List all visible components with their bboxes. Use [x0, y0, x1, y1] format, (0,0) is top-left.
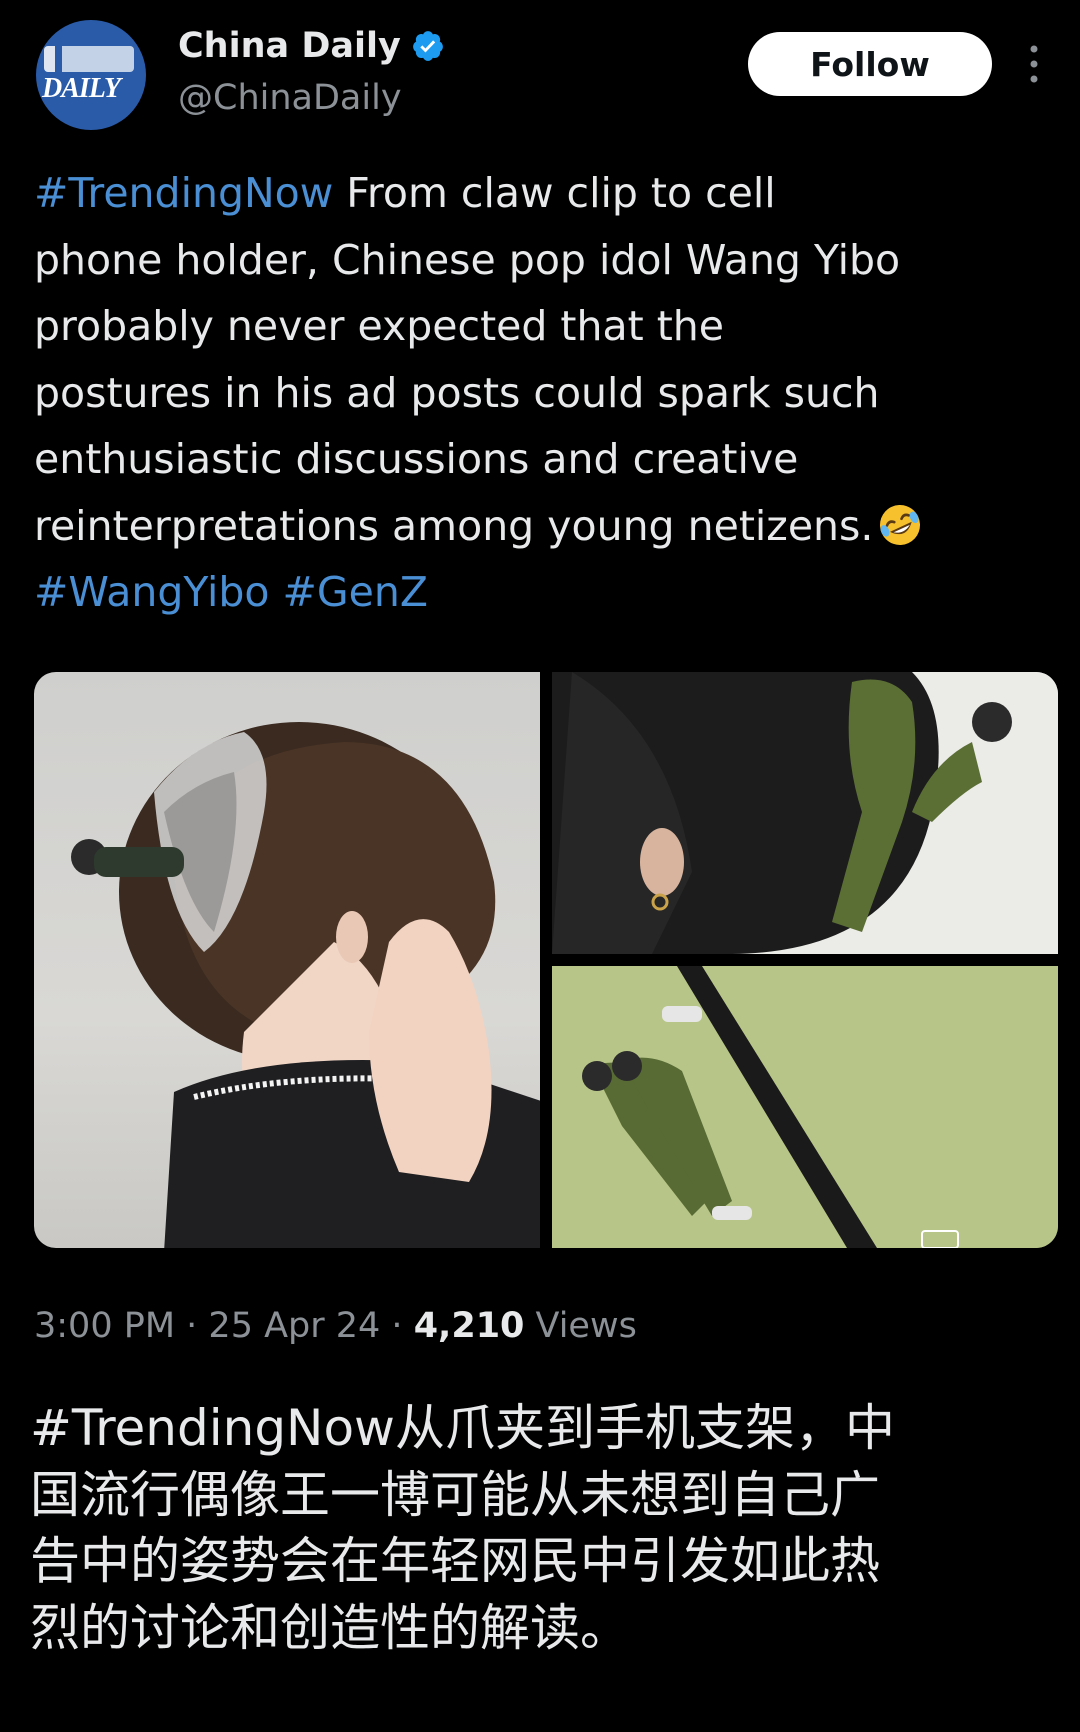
translation-line-4: 烈的讨论和创造性的解读。 — [30, 1598, 630, 1657]
post-line-2: phone holder, Chinese pop idol Wang Yibo — [34, 235, 901, 284]
phone-holder-figure-photo[interactable] — [552, 966, 1058, 1248]
verified-badge-icon — [412, 31, 443, 61]
translation-line-3: 告中的姿势会在年轻网民中引发如此热 — [30, 1532, 880, 1590]
post-date[interactable]: 25 Apr 24 — [208, 1306, 380, 1346]
avatar-logo-text: DAILY — [42, 73, 121, 104]
rolling-on-floor-laughing-icon — [880, 504, 921, 545]
post-text: #TrendingNow From claw clip to cell phon… — [34, 160, 1044, 626]
media-grid — [34, 672, 1058, 1248]
post-line-text: reinterpretations among young netizens. — [34, 501, 874, 550]
views-count: 4,210 — [413, 1306, 525, 1346]
post-line-1: #TrendingNow From claw clip to cell — [34, 160, 1044, 227]
hashtag-wangyibo[interactable]: #WangYibo — [34, 568, 270, 616]
meta-separator: · — [380, 1306, 414, 1346]
views-label: Views — [524, 1306, 637, 1346]
name-row: China Daily — [178, 26, 445, 66]
avatar[interactable]: DAILY — [36, 20, 146, 130]
post-time[interactable]: 3:00 PM — [34, 1306, 175, 1346]
post-meta: 3:00 PM · 25 Apr 24 · 4,210 Views — [34, 1306, 637, 1346]
meta-separator: · — [175, 1306, 209, 1346]
hashtag-genz[interactable]: #GenZ — [283, 568, 428, 616]
post-line-4: postures in his ad posts could spark suc… — [34, 368, 880, 417]
claw-clip-photo[interactable] — [34, 672, 540, 1248]
more-vertical-icon[interactable] — [1026, 44, 1042, 84]
follow-button[interactable]: Follow — [748, 32, 992, 96]
translation-line-2: 国流行偶像王一博可能从未想到自己广 — [30, 1465, 880, 1524]
post-line-text: From claw clip to cell — [333, 169, 776, 217]
post-line-3: probably never expected that the — [34, 302, 725, 350]
display-name[interactable]: China Daily — [178, 26, 401, 66]
chinese-translation: #TrendingNow从爪夹到手机支架，中 国流行偶像王一博可能从未想到自己广… — [30, 1395, 1050, 1661]
hashtag-trendingnow[interactable]: #TrendingNow — [34, 169, 333, 217]
logo-mark — [44, 46, 134, 72]
translation-line-1: #TrendingNow从爪夹到手机支架，中 — [30, 1399, 895, 1457]
post-line-6: reinterpretations among young netizens. — [34, 493, 1044, 560]
post-hashtags: #WangYibo #GenZ — [34, 559, 1044, 626]
post-line-5: enthusiastic discussions and creative — [34, 435, 799, 483]
hair-clip-figure-photo[interactable] — [552, 672, 1058, 954]
handle[interactable]: @ChinaDaily — [178, 78, 402, 118]
tweet: DAILY China Daily @ChinaDaily Follow #Tr… — [0, 0, 1080, 1732]
